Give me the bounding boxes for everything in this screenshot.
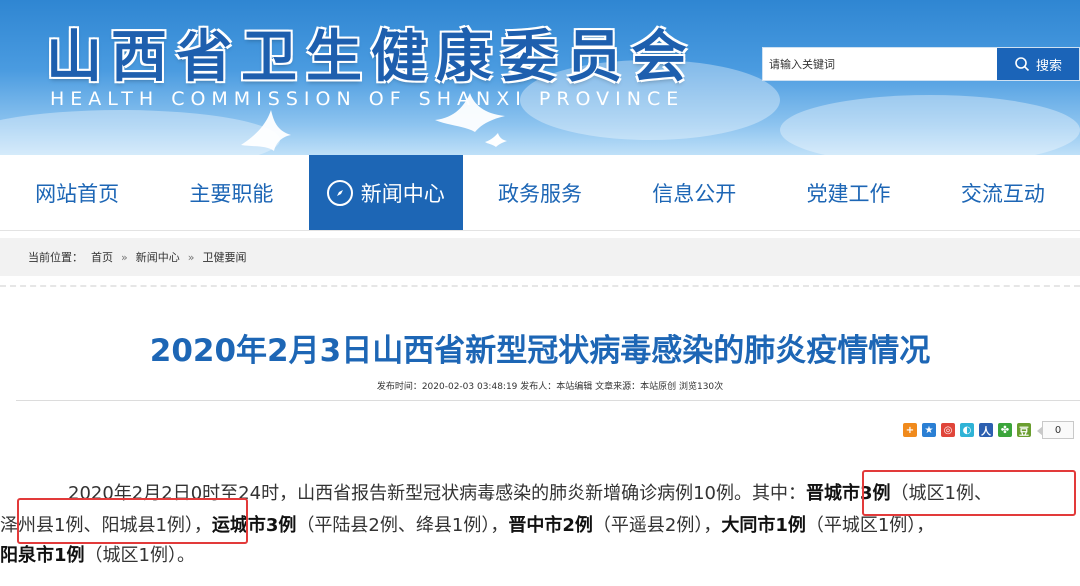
nav-item-news[interactable]: 新闻中心	[308, 155, 463, 230]
breadcrumb-link-news[interactable]: 新闻中心	[136, 249, 180, 265]
nav-item-label: 党建工作	[806, 181, 891, 206]
search-icon	[1015, 57, 1030, 72]
search-button[interactable]: 搜索	[997, 48, 1079, 80]
share-renren-icon[interactable]: 人	[979, 423, 993, 438]
nav-item-label: 主要职能	[189, 181, 274, 206]
text-span: （平遥县2例），	[592, 515, 722, 536]
highlight-box	[862, 470, 1076, 516]
article-meta: 发布时间：2020-02-03 03:48:19 发布人：本站编辑 文章来源：本…	[376, 382, 724, 392]
breadcrumb-link-section[interactable]: 卫健要闻	[202, 249, 246, 265]
divider	[0, 285, 1080, 287]
nav-item-label: 网站首页	[35, 181, 120, 206]
dove-icon	[435, 93, 505, 132]
nav-item-label: 政务服务	[497, 181, 582, 206]
article-title: 2020年2月3日山西省新型冠状病毒感染的肺炎疫情情况	[149, 333, 931, 369]
highlight-box	[17, 498, 248, 544]
dove-icon	[485, 133, 507, 147]
dove-icon	[241, 110, 291, 151]
text-span: （城区1例）。	[84, 545, 195, 566]
breadcrumb-separator: »	[187, 250, 195, 264]
nav-item-interaction[interactable]: 交流互动	[926, 155, 1080, 230]
main-nav: 网站首页 主要职能 新闻中心 政务服务 信息公开 党建工作 交流互动	[0, 155, 1080, 231]
nav-item-disclosure[interactable]: 信息公开	[617, 155, 771, 230]
share-bar: + ★ ◎ ◐ 人 ✤ 豆 0	[903, 421, 1074, 439]
city-count: 大同市1例	[721, 515, 806, 536]
breadcrumb-prefix: 当前位置：	[28, 251, 83, 264]
share-douban-icon[interactable]: 豆	[1017, 423, 1031, 438]
share-count: 0	[1037, 421, 1074, 439]
nav-item-label: 交流互动	[960, 181, 1045, 206]
text-span: （平城区1例），	[805, 515, 935, 536]
search-box: 搜索	[762, 47, 1080, 81]
cloud-decoration	[780, 95, 1080, 155]
nav-item-label: 信息公开	[652, 181, 737, 206]
breadcrumb-link-home[interactable]: 首页	[91, 249, 113, 265]
site-subtitle: HEALTH COMMISSION OF SHANXI PROVINCE	[50, 88, 685, 110]
city-count: 晋中市2例	[508, 515, 593, 536]
share-more-icon[interactable]: +	[903, 423, 917, 437]
header-banner: 山西省卫生健康委员会 HEALTH COMMISSION OF SHANXI P…	[0, 0, 1080, 155]
breadcrumb-separator: »	[121, 250, 128, 264]
paragraph-line: 阳泉市1例（城区1例）。	[0, 540, 195, 571]
nav-item-label: 新闻中心	[360, 181, 445, 206]
share-kaixin-icon[interactable]: ✤	[998, 423, 1012, 437]
search-input[interactable]	[763, 48, 997, 80]
breadcrumb: 当前位置： 首页 » 新闻中心 » 卫健要闻	[0, 238, 1080, 276]
share-tweibo-icon[interactable]: ◐	[960, 423, 974, 437]
divider	[16, 400, 1080, 401]
search-button-label: 搜索	[1035, 58, 1062, 74]
nav-item-services[interactable]: 政务服务	[463, 155, 617, 230]
text-span: （平陆县2例、绛县1例），	[296, 515, 509, 536]
nav-item-party[interactable]: 党建工作	[771, 155, 925, 230]
nav-item-home[interactable]: 网站首页	[0, 155, 154, 230]
share-weibo-icon[interactable]: ◎	[941, 423, 955, 437]
nav-item-functions[interactable]: 主要职能	[154, 155, 308, 230]
compass-icon	[326, 179, 353, 206]
share-qzone-icon[interactable]: ★	[922, 423, 936, 437]
city-count: 阳泉市1例	[0, 545, 85, 566]
site-title: 山西省卫生健康委员会	[46, 24, 696, 90]
